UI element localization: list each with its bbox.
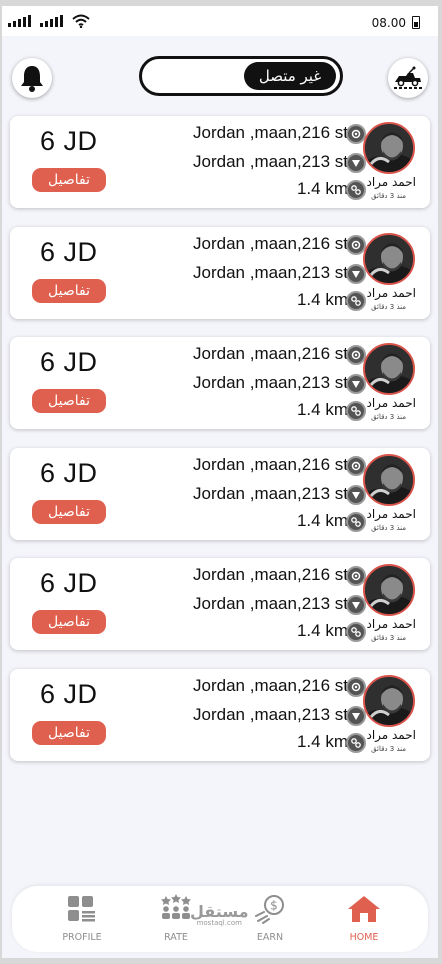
driver-avatar <box>363 453 415 506</box>
distance-icon <box>346 401 366 422</box>
pickup-address: Jordan ,maan,216 st <box>193 675 348 695</box>
trip-card[interactable]: 6 JD تفاصيل Jordan ,maan,216 st Jordan ,… <box>10 337 430 430</box>
watermark-text: مستقل <box>190 902 249 921</box>
dropoff-address: Jordan ,maan,213 st <box>193 373 348 393</box>
dropoff-arrow-icon <box>346 484 366 505</box>
driver-name: احمد مراد <box>366 175 416 189</box>
online-status-toggle[interactable]: غير متصل <box>139 56 343 96</box>
details-button[interactable]: تفاصيل <box>32 278 106 303</box>
trip-distance: 1.4 km <box>296 621 348 641</box>
driver-avatar <box>363 343 415 396</box>
details-button[interactable]: تفاصيل <box>32 168 106 192</box>
trip-price: 6 JD <box>40 457 98 488</box>
request-time: منذ 3 دقائق <box>371 744 406 753</box>
trip-distance: 1.4 km <box>296 179 348 198</box>
driver-avatar <box>363 122 415 174</box>
home-icon <box>346 892 382 926</box>
dropoff-arrow-icon <box>346 374 366 395</box>
dropoff-arrow-icon <box>346 153 366 173</box>
trip-price: 6 JD <box>40 236 98 267</box>
trip-distance: 1.4 km <box>296 400 348 420</box>
dropoff-address: Jordan ,maan,213 st <box>193 152 348 171</box>
details-button[interactable]: تفاصيل <box>32 389 106 414</box>
nav-profile[interactable]: PROFILE <box>42 892 122 948</box>
dropoff-arrow-icon <box>346 705 366 726</box>
trip-card[interactable]: 6 JD تفاصيل Jordan ,maan,216 st Jordan ,… <box>10 116 430 208</box>
status-bar: 08.00 <box>2 6 438 36</box>
request-time: منذ 3 دقائق <box>371 192 406 200</box>
driver-name: احمد مراد <box>366 727 416 742</box>
trip-card[interactable]: 6 JD تفاصيل Jordan ,maan,216 st Jordan ,… <box>10 558 430 651</box>
dropoff-arrow-icon <box>346 263 366 284</box>
dropoff-address: Jordan ,maan,213 st <box>193 262 348 282</box>
driver-avatar <box>363 564 415 617</box>
nav-profile-label: PROFILE <box>62 932 102 943</box>
request-time: منذ 3 دقائق <box>371 413 406 422</box>
distance-icon <box>346 511 366 532</box>
dropoff-arrow-icon <box>346 595 366 616</box>
trip-card[interactable]: 6 JD تفاصيل Jordan ,maan,216 st Jordan ,… <box>10 447 430 540</box>
details-button[interactable]: تفاصيل <box>32 720 106 745</box>
nav-earn-label: EARN <box>256 932 284 943</box>
trip-list: 6 JD تفاصيل Jordan ,maan,216 st Jordan ,… <box>10 116 430 780</box>
watermark: مستقل mostaql.com <box>190 904 249 927</box>
dropoff-address: Jordan ,maan,213 st <box>193 704 348 724</box>
details-button[interactable]: تفاصيل <box>32 610 106 635</box>
app-screen: 08.00 غير متصل 6 JD تفاصيل Jordan ,maan,… <box>2 6 438 958</box>
rate-stars-icon <box>158 892 194 926</box>
nav-home-label: HOME <box>349 932 379 943</box>
toggle-knob-label: غير متصل <box>244 62 336 90</box>
details-button[interactable]: تفاصيل <box>32 499 106 524</box>
svg-text:$: $ <box>270 899 278 913</box>
earn-coin-icon: $ <box>252 892 288 926</box>
nav-rate-label: RATE <box>164 932 188 943</box>
battery-icon <box>412 16 420 29</box>
profile-grid-icon <box>64 892 100 926</box>
driver-name: احمد مراد <box>366 396 416 411</box>
trip-card[interactable]: 6 JD تفاصيل Jordan ,maan,216 st Jordan ,… <box>10 226 430 319</box>
top-bar: غير متصل <box>2 36 438 114</box>
dropoff-address: Jordan ,maan,213 st <box>193 594 348 614</box>
distance-icon <box>346 622 366 643</box>
notifications-button[interactable] <box>12 58 52 98</box>
bottom-nav: PROFILE RATE $ EARN HOME مستقل mostaql.c… <box>12 886 428 952</box>
trip-price: 6 JD <box>40 568 98 599</box>
wifi-icon <box>72 14 90 28</box>
driver-name: احمد مراد <box>366 506 416 521</box>
dropoff-address: Jordan ,maan,213 st <box>193 483 348 503</box>
trip-price: 6 JD <box>40 678 98 709</box>
nav-home[interactable]: HOME <box>324 892 404 948</box>
trip-distance: 1.4 km <box>296 510 348 530</box>
status-time: 08.00 <box>371 16 406 30</box>
vehicle-button[interactable] <box>388 58 428 98</box>
trip-price: 6 JD <box>40 126 98 156</box>
pickup-address: Jordan ,maan,216 st <box>193 454 348 474</box>
distance-icon <box>346 290 366 311</box>
driver-name: احمد مراد <box>366 617 416 632</box>
trip-distance: 1.4 km <box>296 289 348 309</box>
pickup-address: Jordan ,maan,216 st <box>193 123 348 142</box>
pickup-address: Jordan ,maan,216 st <box>193 344 348 364</box>
request-time: منذ 3 دقائق <box>371 302 406 311</box>
pickup-address: Jordan ,maan,216 st <box>193 233 348 253</box>
distance-icon <box>346 732 366 753</box>
watermark-sub: mostaql.com <box>196 919 242 927</box>
driver-avatar <box>363 232 415 285</box>
tow-truck-icon <box>394 66 422 89</box>
distance-icon <box>346 180 366 200</box>
signal-icon <box>40 15 63 27</box>
trip-price: 6 JD <box>40 347 98 378</box>
request-time: منذ 3 دقائق <box>371 634 406 643</box>
driver-avatar <box>363 674 415 727</box>
signal-icon <box>8 15 31 27</box>
driver-name: احمد مراد <box>366 285 416 300</box>
bell-icon <box>21 66 43 92</box>
request-time: منذ 3 دقائق <box>371 523 406 532</box>
pickup-address: Jordan ,maan,216 st <box>193 565 348 585</box>
trip-distance: 1.4 km <box>296 731 348 751</box>
trip-card[interactable]: 6 JD تفاصيل Jordan ,maan,216 st Jordan ,… <box>10 668 430 761</box>
